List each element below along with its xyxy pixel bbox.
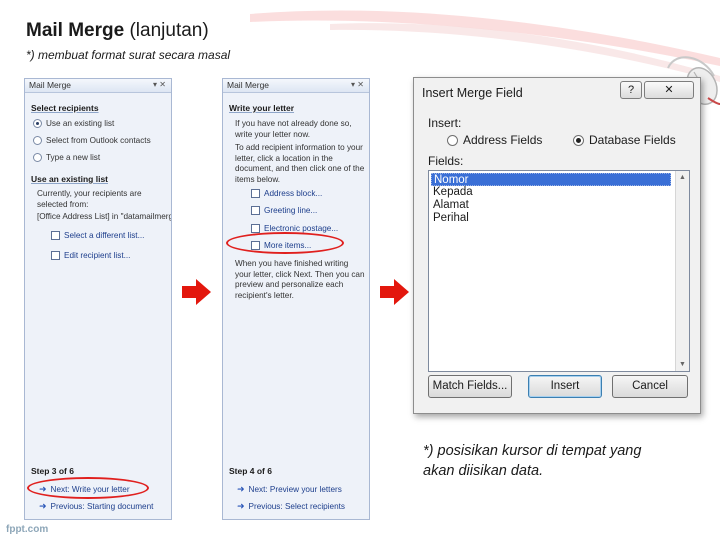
- instruction-note: *) posisikan kursor di tempat yang akan …: [423, 441, 703, 481]
- radio-address-fields[interactable]: Address Fields: [447, 133, 542, 147]
- radio-label: Use an existing list: [46, 119, 115, 128]
- red-arrow-right-icon: [182, 279, 211, 305]
- note-line-1: *) posisikan kursor di tempat yang: [423, 443, 642, 459]
- highlight-ellipse-more-items: [226, 232, 344, 254]
- step-indicator: Step 4 of 6: [229, 466, 272, 476]
- footer-watermark: fppt.com: [6, 524, 49, 535]
- radio-database-fields[interactable]: Database Fields: [573, 133, 676, 147]
- write-letter-heading: Write your letter: [229, 103, 295, 113]
- match-fields-button[interactable]: Match Fields...: [428, 375, 512, 398]
- radio-use-existing[interactable]: Use an existing list: [33, 119, 114, 128]
- radio-dot[interactable]: [33, 119, 42, 128]
- radio-label: Type a new list: [46, 153, 101, 162]
- slide-title: Mail Merge (lanjutan): [26, 20, 209, 42]
- field-item-nomor[interactable]: Nomor: [431, 173, 671, 186]
- previous-select-recipients-link[interactable]: ➜ Previous: Select recipients: [237, 501, 345, 512]
- radio-label: Database Fields: [589, 133, 676, 147]
- note-line-2: akan diisikan data.: [423, 463, 544, 479]
- pane-close-icon[interactable]: ▾ ✕: [153, 80, 166, 89]
- intro-text: If you have not already done so, write y…: [235, 119, 352, 139]
- address-block-link[interactable]: Address block...: [251, 189, 322, 198]
- address-block-icon: [251, 189, 260, 198]
- insert-button[interactable]: Insert: [528, 375, 602, 398]
- pane-close-icon[interactable]: ▾ ✕: [351, 80, 364, 89]
- radio-dot[interactable]: [33, 153, 42, 162]
- greeting-line-link[interactable]: Greeting line...: [251, 206, 317, 215]
- radio-type-new-list[interactable]: Type a new list: [33, 153, 100, 162]
- insert-merge-field-dialog: Insert Merge Field ? ✕ Insert: Address F…: [413, 77, 701, 414]
- edit-recipient-list-link[interactable]: Edit recipient list...: [51, 251, 130, 260]
- previous-starting-document-link[interactable]: ➜ Previous: Starting document: [39, 501, 153, 512]
- radio-dot[interactable]: [33, 136, 42, 145]
- pane-header-label: Mail Merge: [227, 80, 270, 90]
- select-recipients-heading: Select recipients: [31, 103, 99, 113]
- fields-listbox[interactable]: Nomor Kepada Alamat Perihal ▲ ▼: [428, 170, 690, 372]
- edit-icon: [51, 251, 60, 260]
- cancel-button[interactable]: Cancel: [612, 375, 688, 398]
- field-item-alamat[interactable]: Alamat: [431, 199, 671, 212]
- help-button[interactable]: ?: [620, 81, 642, 99]
- add-info-text: To add recipient information to your let…: [235, 143, 365, 184]
- link-label: Greeting line...: [264, 206, 318, 215]
- arrow-left-icon: ➜: [237, 501, 245, 511]
- postage-icon: [251, 224, 260, 233]
- field-item-perihal[interactable]: Perihal: [431, 212, 671, 225]
- dialog-title: Insert Merge Field: [422, 86, 523, 100]
- mail-merge-pane-step3: Mail Merge ▾ ✕ Select recipients Use an e…: [24, 78, 172, 520]
- step-indicator: Step 3 of 6: [31, 466, 74, 476]
- link-label: Address block...: [264, 189, 323, 198]
- listbox-scrollbar[interactable]: ▲ ▼: [675, 171, 689, 371]
- greeting-line-icon: [251, 206, 260, 215]
- select-different-list-link[interactable]: Select a different list...: [51, 231, 144, 240]
- radio-label: Address Fields: [463, 133, 543, 147]
- radio-dot[interactable]: [573, 134, 584, 146]
- scroll-up-icon[interactable]: ▲: [676, 171, 689, 184]
- radio-label: Select from Outlook contacts: [46, 136, 151, 145]
- slide-title-rest: (lanjutan): [124, 20, 209, 41]
- link-label: Previous: Starting document: [50, 502, 154, 511]
- close-button[interactable]: ✕: [644, 81, 694, 99]
- list-icon: [51, 231, 60, 240]
- fields-label: Fields:: [428, 154, 464, 168]
- use-existing-heading: Use an existing list: [31, 174, 108, 184]
- radio-outlook-contacts[interactable]: Select from Outlook contacts: [33, 136, 151, 145]
- red-arrow-right-icon: [380, 279, 409, 305]
- scroll-down-icon[interactable]: ▼: [676, 358, 689, 371]
- currently-text: Currently, your recipients are selected …: [37, 189, 142, 209]
- insert-label: Insert:: [428, 116, 462, 130]
- source-text: [Office Address List] in "datamailmerg: [37, 212, 172, 221]
- next-preview-letters-link[interactable]: ➜ Next: Preview your letters: [237, 484, 342, 495]
- slide-title-bold: Mail Merge: [26, 20, 125, 41]
- arrow-right-icon: ➜: [237, 484, 245, 494]
- slide-subtitle: *) membuat format surat secara masal: [26, 48, 231, 62]
- pane-header: Mail Merge ▾ ✕: [25, 79, 171, 93]
- link-label: Edit recipient list...: [64, 251, 131, 260]
- mail-merge-pane-step4: Mail Merge ▾ ✕ Write your letter If you h…: [222, 78, 370, 520]
- link-label: Previous: Select recipients: [248, 502, 346, 511]
- link-label: Select a different list...: [64, 231, 145, 240]
- link-label: Next: Preview your letters: [248, 485, 342, 494]
- arrow-left-icon: ➜: [39, 501, 47, 511]
- field-item-kepada[interactable]: Kepada: [431, 186, 671, 199]
- highlight-ellipse-next: [27, 477, 149, 499]
- pane-header: Mail Merge ▾ ✕: [223, 79, 369, 93]
- pane-header-label: Mail Merge: [29, 80, 72, 90]
- radio-dot[interactable]: [447, 134, 458, 146]
- finish-text: When you have finished writing your lett…: [235, 259, 365, 300]
